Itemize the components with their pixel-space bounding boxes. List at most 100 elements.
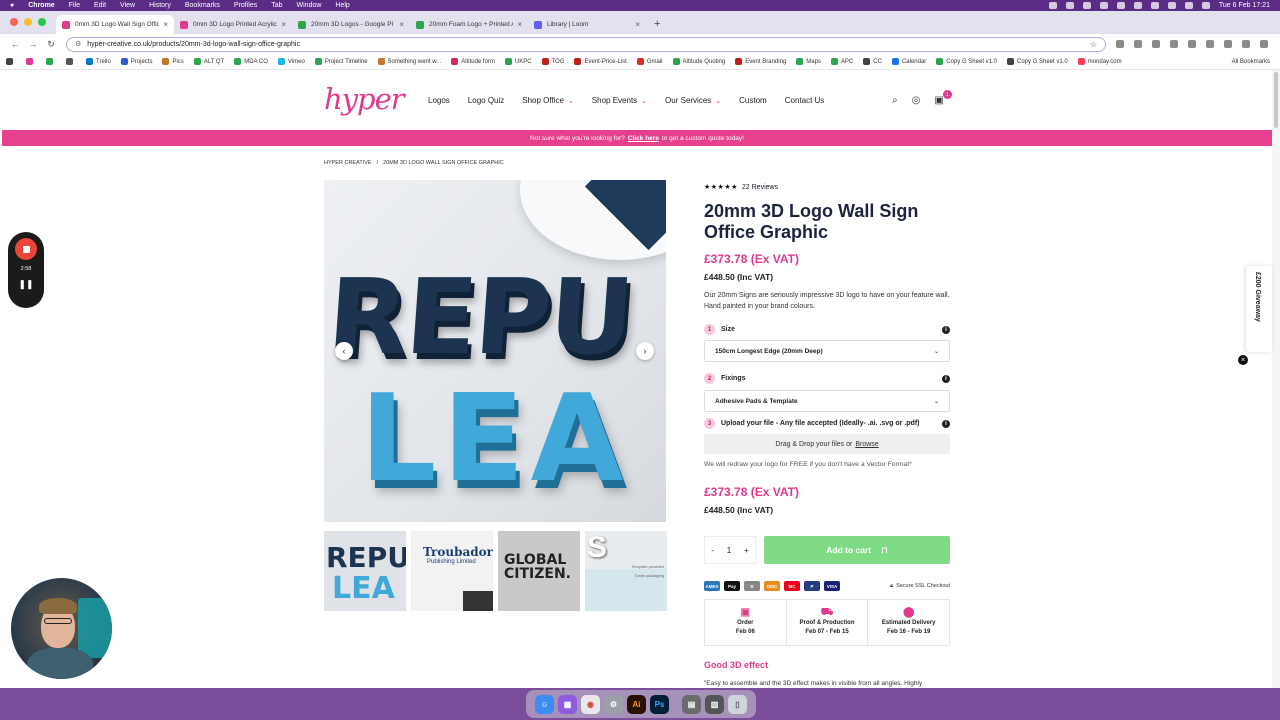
trash-icon[interactable]: ▯ [728, 694, 747, 714]
page-scrollbar[interactable] [1272, 70, 1280, 688]
promo-link[interactable]: Click here [628, 135, 659, 142]
bookmark-item[interactable]: CC [863, 58, 882, 65]
menu-chrome[interactable]: Chrome [28, 2, 54, 9]
bookmark-item[interactable]: Something went w... [377, 58, 441, 65]
bookmark-item[interactable]: Trello [86, 58, 111, 65]
info-icon[interactable]: i [942, 325, 950, 334]
info-icon[interactable]: i [942, 374, 950, 383]
system-settings-icon[interactable]: ⚙ [604, 694, 623, 714]
bookmark-item[interactable]: Copy G Sheet v1.0 [1007, 58, 1068, 65]
menu-tab[interactable]: Tab [271, 2, 282, 9]
site-info-icon[interactable]: ⚙ [75, 40, 81, 48]
nav-logos[interactable]: Logos [428, 96, 450, 105]
downloads-stack-icon[interactable]: ▤ [682, 694, 701, 714]
browser-tab[interactable]: 0mm 3D Logo Wall Sign Offic × [56, 15, 174, 34]
browser-tab[interactable]: 20mm Foam Logo + Printed A × [410, 15, 528, 34]
bookmark-item[interactable] [6, 58, 16, 65]
profile-icon[interactable] [1242, 40, 1250, 48]
menu-window[interactable]: Window [297, 2, 322, 9]
finder-icon[interactable]: ☺ [535, 694, 554, 714]
wifi-icon[interactable] [1167, 2, 1176, 9]
extension-icon[interactable] [1134, 40, 1142, 48]
apple-menu-icon[interactable]: ● [10, 2, 14, 9]
control-center-icon[interactable] [1201, 2, 1210, 9]
search-icon[interactable]: ⌕ [892, 95, 898, 106]
status-app-icon[interactable] [1048, 2, 1057, 9]
rating[interactable]: ★★★★★ 22 Reviews [704, 183, 778, 192]
browser-tab[interactable]: 0mm 3D Logo Printed Acrylic × [174, 15, 292, 34]
media-icon[interactable] [1188, 40, 1196, 48]
browse-link[interactable]: Browse [855, 441, 878, 448]
menu-help[interactable]: Help [335, 2, 349, 9]
extension-icon[interactable] [1116, 40, 1124, 48]
bookmark-item[interactable]: Altitude Quoting [672, 58, 725, 65]
zoom-window-button[interactable] [38, 18, 46, 26]
bookmark-item[interactable]: Event Branding [735, 58, 786, 65]
nav-shop-office[interactable]: Shop Office ⌄ [522, 96, 574, 105]
bookmark-item[interactable] [46, 58, 56, 65]
thumbnail[interactable]: S Template provided Great packaging [585, 531, 667, 611]
bookmark-item[interactable]: Pics [162, 58, 184, 65]
bookmark-item[interactable] [26, 58, 36, 65]
bookmark-item[interactable]: Calendar [891, 58, 926, 65]
close-icon[interactable]: × [1238, 355, 1248, 365]
scrollbar-thumb[interactable] [1274, 72, 1278, 128]
bookmark-item[interactable]: monday.com [1077, 58, 1122, 65]
extension-icon[interactable] [1152, 40, 1160, 48]
back-icon[interactable]: ← [8, 39, 22, 49]
gallery-next-arrow-icon[interactable]: › [636, 342, 654, 360]
status-app-icon[interactable] [1082, 2, 1091, 9]
status-app-icon[interactable] [1065, 2, 1074, 9]
pause-icon[interactable]: ❚❚ [18, 279, 33, 290]
gallery-prev-arrow-icon[interactable]: ‹ [335, 342, 353, 360]
info-icon[interactable]: i [942, 419, 950, 428]
menu-dots-icon[interactable] [1260, 40, 1268, 48]
illustrator-icon[interactable]: Ai [627, 694, 646, 714]
nav-logo-quiz[interactable]: Logo Quiz [468, 96, 504, 105]
sidebar-icon[interactable] [1224, 40, 1232, 48]
thumbnail[interactable]: GLOBAL CITIZEN. [498, 531, 580, 611]
browser-tab[interactable]: 20mm 3D Logos - Google Pl × [292, 15, 410, 34]
account-icon[interactable]: ◎ [912, 95, 921, 106]
launchpad-icon[interactable]: ▦ [558, 694, 577, 714]
photoshop-icon[interactable]: Ps [650, 694, 669, 714]
menu-history[interactable]: History [149, 2, 171, 9]
bookmark-item[interactable]: Project Timeline [314, 58, 368, 65]
bookmark-item[interactable]: MDA CO [234, 58, 268, 65]
close-window-button[interactable] [10, 18, 18, 26]
menu-edit[interactable]: Edit [94, 2, 106, 9]
minimize-window-button[interactable] [24, 18, 32, 26]
thumbnail[interactable]: Troubador Publishing Limited [411, 531, 493, 611]
all-bookmarks-folder[interactable]: All Bookmarks [1232, 59, 1270, 65]
close-tab-icon[interactable]: × [517, 20, 522, 29]
file-dropzone[interactable]: Drag & Drop your files or Browse [704, 434, 950, 454]
menu-profiles[interactable]: Profiles [234, 2, 257, 9]
nav-our-services[interactable]: Our Services ⌄ [665, 96, 721, 105]
quantity-increase-button[interactable]: + [744, 546, 749, 555]
bookmark-item[interactable]: TOG [541, 58, 564, 65]
browser-tab[interactable]: Library | Loom × [528, 15, 646, 34]
add-to-cart-button[interactable]: Add to cart ⊓ [764, 536, 950, 564]
close-tab-icon[interactable]: × [399, 20, 404, 29]
forward-icon[interactable]: → [26, 39, 40, 49]
cart-icon[interactable]: ▣ 1 [934, 90, 952, 106]
quantity-value[interactable]: 1 [727, 546, 731, 555]
menu-view[interactable]: View [120, 2, 135, 9]
volume-icon[interactable] [1133, 2, 1142, 9]
nav-shop-events[interactable]: Shop Events ⌄ [592, 96, 647, 105]
menu-file[interactable]: File [69, 2, 80, 9]
bookmark-item[interactable] [66, 58, 76, 65]
bookmark-item[interactable]: Copy G Sheet v1.0 [936, 58, 997, 65]
bookmark-item[interactable]: Projects [120, 58, 152, 65]
product-main-image[interactable]: REPU LEA ‹ › [324, 180, 666, 522]
bookmark-item[interactable]: Event-Price-List [574, 58, 627, 65]
bookmark-item[interactable]: Altitude form [451, 58, 495, 65]
bookmark-item[interactable]: ALT QT [193, 58, 224, 65]
new-tab-icon[interactable]: + [646, 18, 668, 34]
screenshots-stack-icon[interactable]: ▥ [705, 694, 724, 714]
giveaway-tab[interactable]: £200 Giveaway [1246, 266, 1272, 352]
stop-recording-button[interactable] [15, 238, 37, 260]
breadcrumb-home[interactable]: HYPER CREATIVE [324, 160, 372, 166]
bookmark-item[interactable]: APC [830, 58, 853, 65]
bookmark-item[interactable]: Vimeo [277, 58, 305, 65]
